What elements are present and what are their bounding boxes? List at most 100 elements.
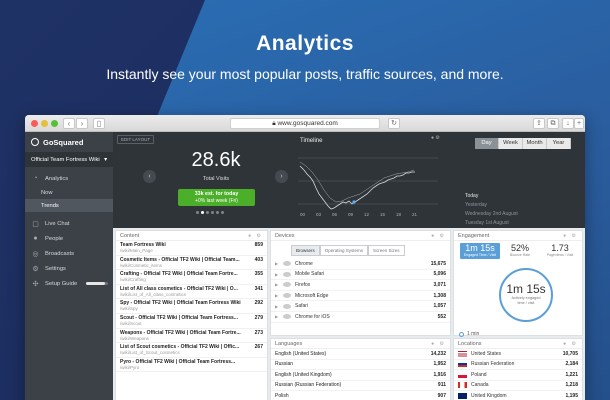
range-item[interactable]: Today bbox=[465, 192, 518, 201]
site-selector[interactable]: Official Team Fortress Wiki ▾ bbox=[25, 152, 113, 167]
tab-screen-sizes[interactable]: Screen Sizes bbox=[368, 245, 405, 256]
list-item[interactable]: ▶ Mobile Safari 5,096 bbox=[271, 270, 450, 281]
list-item[interactable]: ▶ Microsoft Edge 1,308 bbox=[271, 291, 450, 302]
sidebar-item-live-chat[interactable]: ▢ Live Chat bbox=[25, 216, 113, 231]
sidebar-item-now[interactable]: Now bbox=[25, 186, 113, 199]
list-item[interactable]: United Kingdom 1,195 bbox=[454, 391, 582, 400]
list-item[interactable]: Canada 1,218 bbox=[454, 381, 582, 391]
content-path: /wiki/Cosmetic_items bbox=[120, 262, 163, 268]
card-options-icon[interactable]: ● ⚙ bbox=[248, 233, 263, 239]
table-row[interactable]: Scout - Official TF2 Wiki | Official Tea… bbox=[116, 314, 267, 329]
content-row-text: Pyro - Official TF2 Wiki | Official Team… bbox=[120, 359, 250, 371]
range-item[interactable]: Wednesday 2nd August bbox=[465, 210, 518, 219]
list-item[interactable]: ▶ Chrome for iOS 552 bbox=[271, 312, 450, 323]
back-button[interactable]: ‹ bbox=[63, 118, 75, 129]
pager-dot[interactable] bbox=[216, 211, 219, 214]
tab-operating-systems[interactable]: Operating Systems bbox=[319, 245, 369, 256]
expand-arrow-icon[interactable]: ▶ bbox=[275, 304, 283, 309]
list-item[interactable]: ▶ Chrome 15,675 bbox=[271, 259, 450, 270]
edit-layout-button[interactable]: EDIT LAYOUT bbox=[117, 135, 155, 144]
sidebar-item-trends[interactable]: Trends bbox=[25, 199, 113, 212]
range-list: Today Yesterday Wednesday 2nd August Tue… bbox=[465, 192, 518, 228]
table-row[interactable]: List of All class cosmetics - Official T… bbox=[116, 285, 267, 300]
download-icon[interactable]: ↓ bbox=[562, 118, 574, 129]
table-row[interactable]: Spy - Official TF2 Wiki | Official Team … bbox=[116, 299, 267, 314]
device-count: 552 bbox=[437, 313, 446, 320]
sidebar-item-analytics[interactable]: ◔ Analytics bbox=[25, 171, 113, 186]
content-title: Weapons - Official TF2 Wiki | Official T… bbox=[120, 329, 241, 336]
previous-button[interactable]: ‹ bbox=[143, 170, 156, 183]
browser-icon bbox=[283, 314, 291, 320]
table-row[interactable]: Weapons - Official TF2 Wiki | Official T… bbox=[116, 329, 267, 344]
list-item[interactable]: ▶ Firefox 3,071 bbox=[271, 280, 450, 291]
table-row[interactable]: Crafting - Official TF2 Wiki | Official … bbox=[116, 270, 267, 285]
tab-week[interactable]: Week bbox=[499, 138, 523, 149]
share-icon[interactable]: ⇪ bbox=[533, 118, 545, 129]
card-title: Content bbox=[120, 232, 140, 239]
card-options-icon[interactable]: ● ⚙ bbox=[563, 233, 578, 239]
next-button[interactable]: › bbox=[275, 170, 288, 183]
table-row[interactable]: Team Fortress Wiki/wiki/Main_Page 859 bbox=[116, 241, 267, 256]
pager-dot[interactable] bbox=[221, 211, 224, 214]
expand-arrow-icon[interactable]: ▶ bbox=[275, 272, 283, 277]
expand-arrow-icon[interactable]: ▶ bbox=[275, 261, 283, 266]
expand-arrow-icon[interactable]: ▶ bbox=[275, 282, 283, 287]
expand-arrow-icon[interactable]: ▶ bbox=[275, 314, 283, 319]
list-item[interactable]: English (United States) 14,232 bbox=[271, 349, 450, 360]
list-item[interactable]: ▶ Safari 1,057 bbox=[271, 301, 450, 312]
card-options-icon[interactable]: ● ⚙ bbox=[431, 341, 446, 347]
list-item[interactable]: English (United Kingdom) 1,916 bbox=[271, 370, 450, 381]
maximize-window-icon[interactable] bbox=[51, 120, 58, 127]
list-item[interactable]: Russian Federation 2,184 bbox=[454, 360, 582, 370]
pager-dots bbox=[196, 211, 224, 214]
timeline-options-icon[interactable]: ● ⚙ bbox=[431, 135, 440, 141]
new-tab-icon[interactable]: + bbox=[574, 118, 584, 129]
range-item[interactable]: Tuesday 1st August bbox=[465, 219, 518, 228]
bounce-rate-value: 52% bbox=[510, 243, 529, 253]
range-tabs: Day Week Month Year bbox=[475, 138, 571, 149]
sidebar-item-settings[interactable]: ⚙ Settings bbox=[25, 261, 113, 276]
list-item[interactable]: United States 10,705 bbox=[454, 349, 582, 360]
location-count: 1,221 bbox=[565, 371, 578, 378]
timeline-tick-label: 00 bbox=[300, 212, 306, 217]
table-row[interactable]: Pyro - Official TF2 Wiki | Official Team… bbox=[116, 358, 267, 373]
engaged-time-value: 1m 15s bbox=[465, 243, 495, 253]
content-title: List of All class cosmetics - Official T… bbox=[120, 285, 238, 292]
tab-day[interactable]: Day bbox=[475, 138, 499, 149]
tabs-icon[interactable]: ⧉ bbox=[547, 118, 559, 129]
close-window-icon[interactable] bbox=[31, 120, 38, 127]
reload-icon[interactable]: ↻ bbox=[388, 118, 400, 129]
list-item[interactable]: Polish 907 bbox=[271, 391, 450, 400]
sidebar-toggle-icon[interactable]: ▯ bbox=[93, 118, 105, 129]
content-count: 859 bbox=[254, 242, 263, 248]
tab-browsers[interactable]: Browsers bbox=[291, 245, 320, 256]
estimate-badge: 33k est. for today +0% last week (Fri) bbox=[178, 189, 255, 206]
pager-dot[interactable] bbox=[206, 211, 209, 214]
card-options-icon[interactable]: ● ⚙ bbox=[563, 341, 578, 347]
estimate-change: +0% last week (Fri) bbox=[195, 198, 238, 204]
logo[interactable]: GoSquared bbox=[25, 132, 113, 152]
list-item[interactable]: Russian 1,952 bbox=[271, 360, 450, 370]
sidebar-item-setup-guide[interactable]: ✣ Setup Guide bbox=[25, 276, 113, 291]
content-title: Cosmetic Items - Official TF2 Wiki | Off… bbox=[120, 256, 240, 263]
expand-arrow-icon[interactable]: ▶ bbox=[275, 293, 283, 298]
pager-dot[interactable] bbox=[201, 211, 204, 214]
list-item[interactable]: Poland 1,221 bbox=[454, 370, 582, 381]
device-count: 3,071 bbox=[433, 281, 446, 288]
forward-button[interactable]: › bbox=[76, 118, 88, 129]
sidebar-item-broadcasts[interactable]: ◎ Broadcasts bbox=[25, 246, 113, 261]
table-row[interactable]: List of Scout cosmetics - Official TF2 W… bbox=[116, 343, 267, 358]
tab-month[interactable]: Month bbox=[523, 138, 547, 149]
card-options-icon[interactable]: ● ⚙ bbox=[431, 233, 446, 239]
gb-flag-icon bbox=[458, 392, 467, 399]
tab-year[interactable]: Year bbox=[547, 138, 571, 149]
range-item[interactable]: Yesterday bbox=[465, 201, 518, 210]
pager-dot[interactable] bbox=[196, 211, 199, 214]
sidebar-item-people[interactable]: ● People bbox=[25, 231, 113, 246]
list-item[interactable]: Russian (Russian Federation) 911 bbox=[271, 381, 450, 391]
browser-icon bbox=[283, 261, 291, 267]
pager-dot[interactable] bbox=[211, 211, 214, 214]
url-bar[interactable]: 🔒︎ www.gosquared.com bbox=[230, 118, 380, 129]
table-row[interactable]: Cosmetic Items - Official TF2 Wiki | Off… bbox=[116, 256, 267, 271]
minimize-window-icon[interactable] bbox=[41, 120, 48, 127]
